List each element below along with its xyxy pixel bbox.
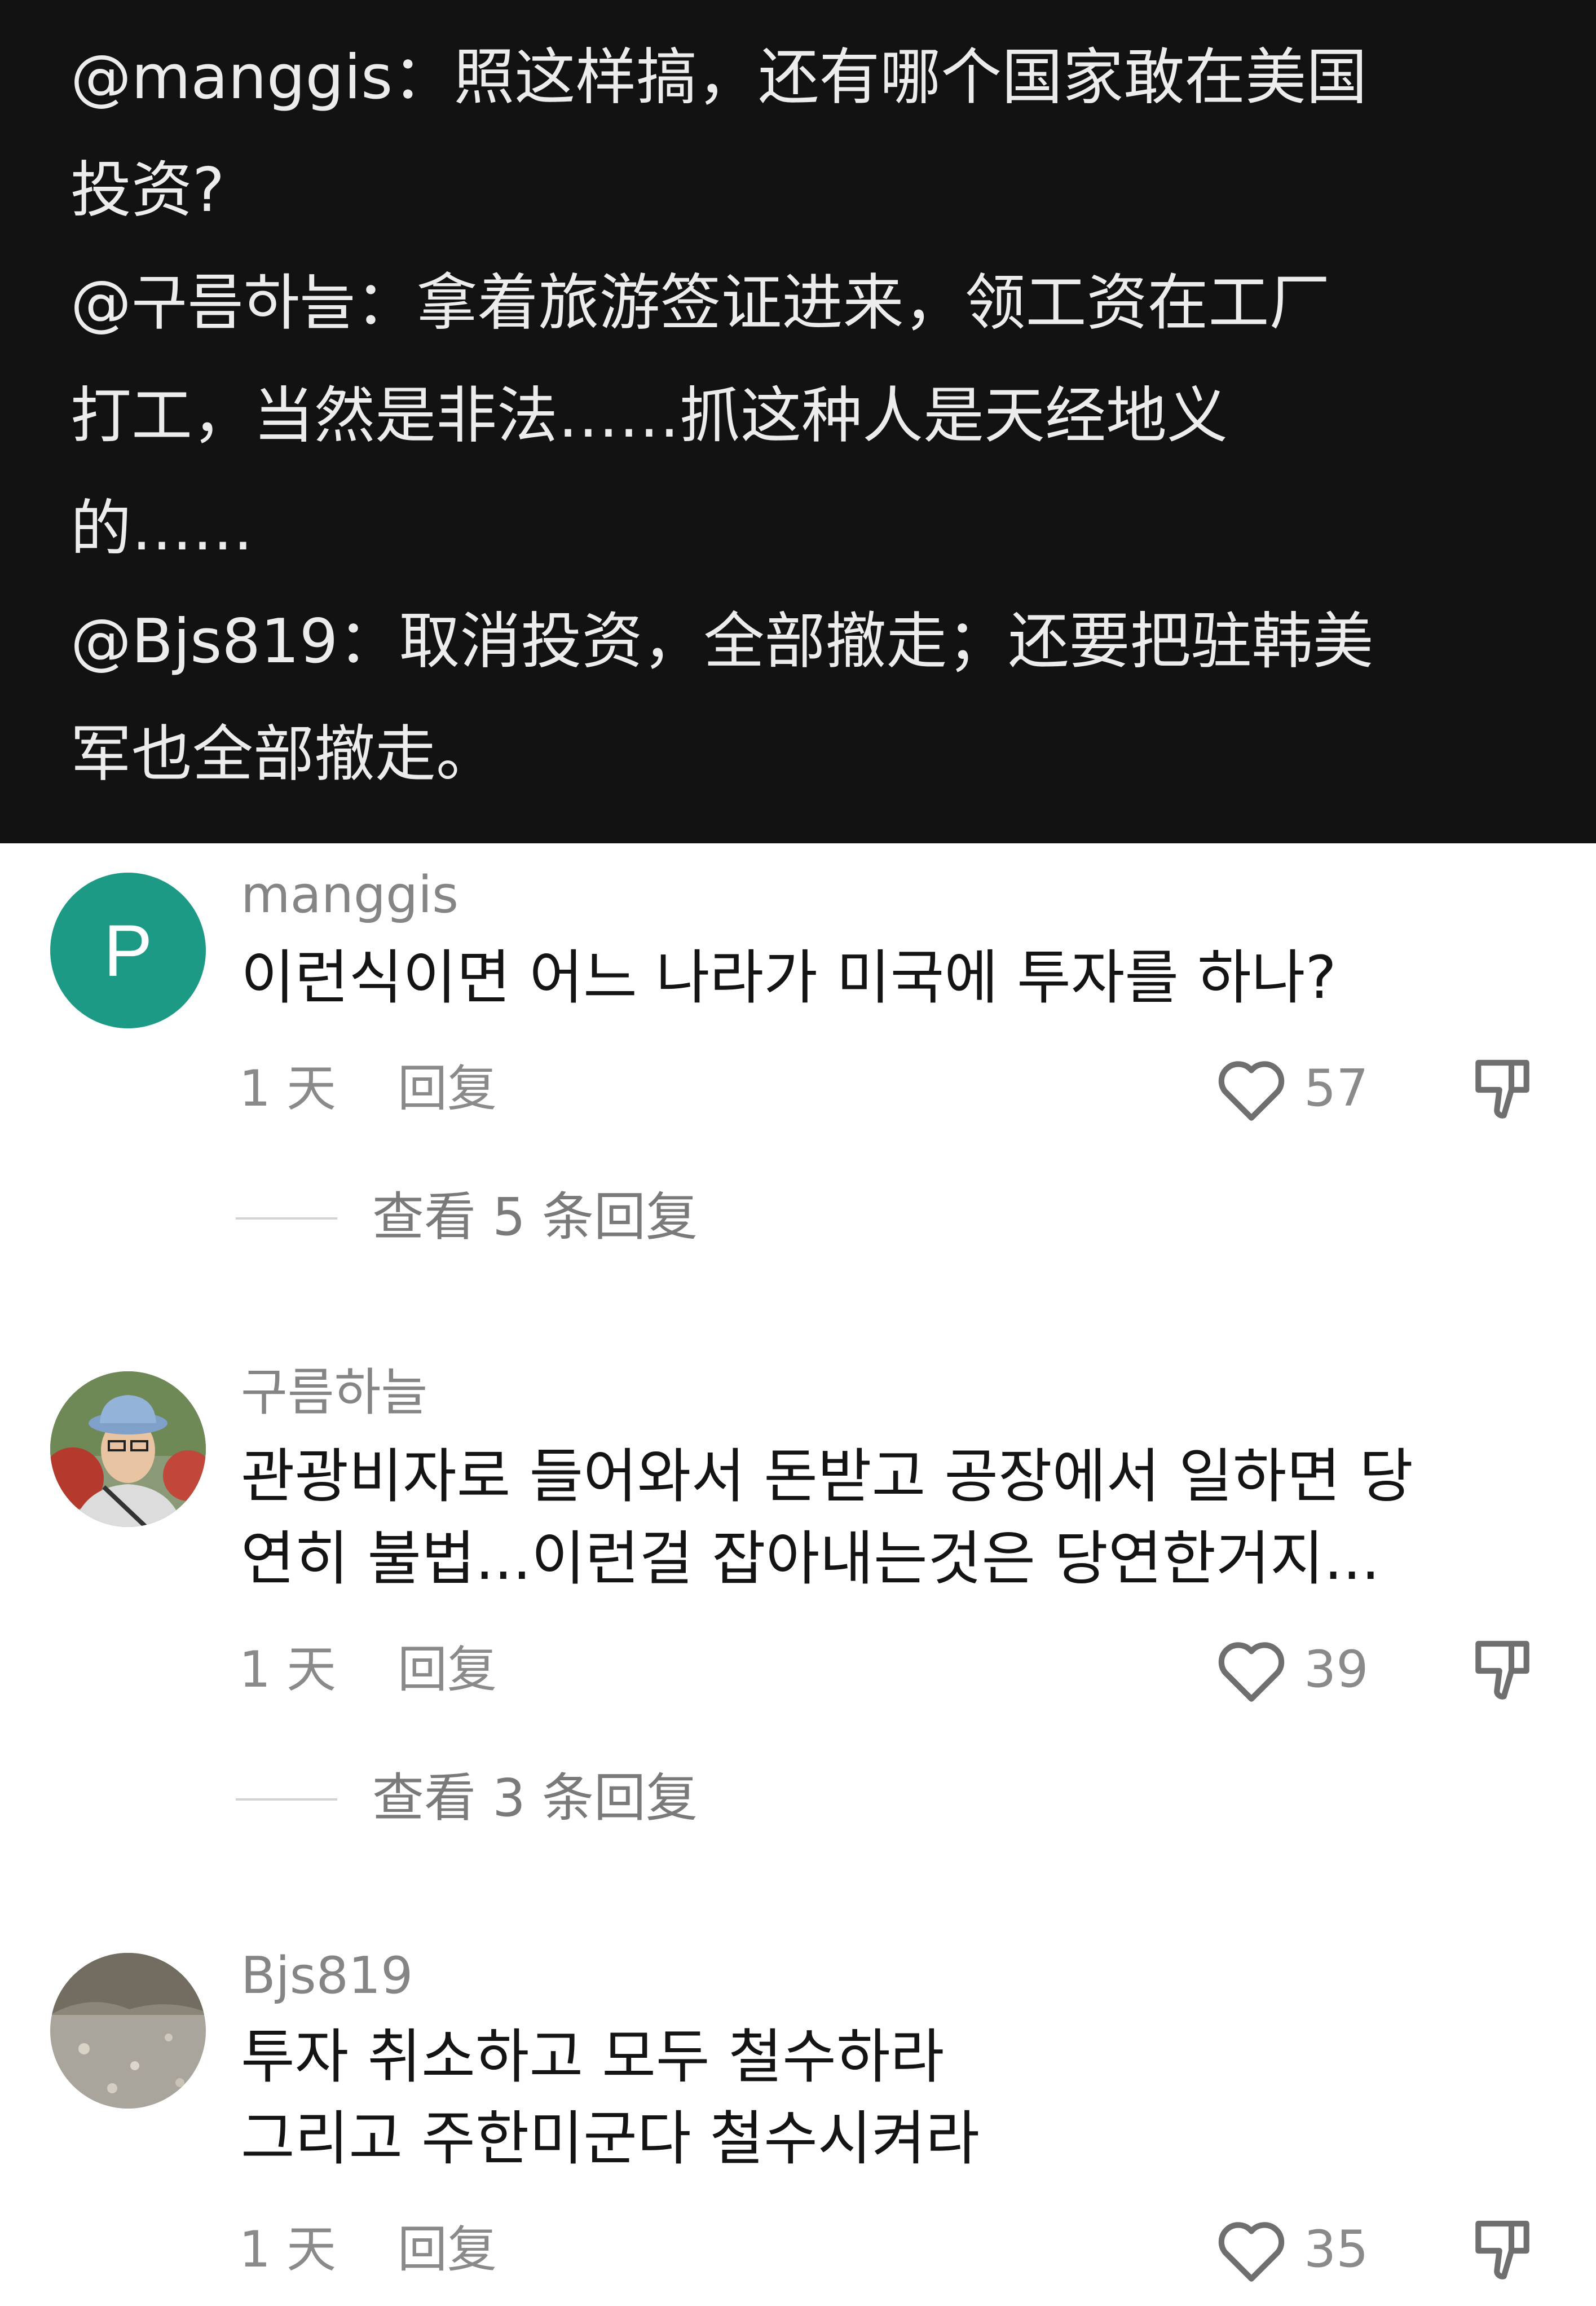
banner-line: 军也全部撤走。 [70, 719, 497, 790]
dislike-icon[interactable] [1469, 1635, 1536, 1707]
avatar[interactable] [50, 1953, 206, 2109]
comment-text: 이런식이면 어느 나라가 미국에 투자를 하나? [241, 943, 1337, 1012]
comment-text: 투자 취소하고 모두 철수하라 [241, 2022, 945, 2091]
heart-icon[interactable] [1215, 1637, 1288, 1704]
divider-line [236, 1798, 337, 1801]
heart-icon[interactable] [1215, 1056, 1288, 1123]
avatar[interactable] [50, 1371, 206, 1527]
banner-line: 投资? [70, 155, 225, 226]
banner-line: 打工，当然是非法……抓这种人是天经地义 [70, 381, 1228, 451]
like-count: 57 [1304, 1059, 1369, 1118]
banner-line: @구름하늘：拿着旅游签证进来，领工资在工厂 [70, 268, 1330, 338]
banner-line: 的…… [70, 494, 254, 564]
comment-username[interactable]: 구름하늘 [241, 1362, 427, 1424]
banner-line: @Bjs819：取消投资，全部撤走；还要把驻韩美 [70, 606, 1374, 677]
reply-button[interactable]: 回复 [398, 2221, 497, 2278]
comment-text: 그리고 주한미군다 철수시켜라 [241, 2104, 980, 2173]
comment-time: 1 天 [239, 1640, 336, 1698]
divider-line [236, 1217, 337, 1220]
like-count: 35 [1304, 2220, 1369, 2279]
dislike-icon[interactable] [1469, 2215, 1536, 2287]
comment-time: 1 天 [239, 2220, 336, 2278]
banner-line: @manggis：照这样搞，还有哪个国家敢在美国 [70, 42, 1368, 113]
reply-button[interactable]: 回复 [398, 1060, 497, 1117]
avatar-letter: P [103, 909, 153, 992]
reply-button[interactable]: 回复 [398, 1642, 497, 1698]
comment-username[interactable]: manggis [241, 864, 458, 926]
comment-time: 1 天 [239, 1059, 336, 1117]
comment-username[interactable]: Bjs819 [241, 1945, 413, 2007]
comment-text: 관광비자로 들어와서 돈받고 공장에서 일하면 당 [241, 1442, 1413, 1511]
like-count: 39 [1304, 1640, 1369, 1699]
comment-text: 연히 불법...이런걸 잡아내는것은 당연한거지... [241, 1524, 1380, 1593]
view-replies-button[interactable]: 查看 5 条回复 [372, 1189, 698, 1246]
view-replies-button[interactable]: 查看 3 条回复 [372, 1770, 698, 1827]
heart-icon[interactable] [1215, 2217, 1288, 2283]
quote-banner: @manggis：照这样搞，还有哪个国家敢在美国 投资? @구름하늘：拿着旅游签… [0, 0, 1596, 843]
avatar[interactable]: P [50, 873, 206, 1028]
dislike-icon[interactable] [1469, 1054, 1536, 1126]
